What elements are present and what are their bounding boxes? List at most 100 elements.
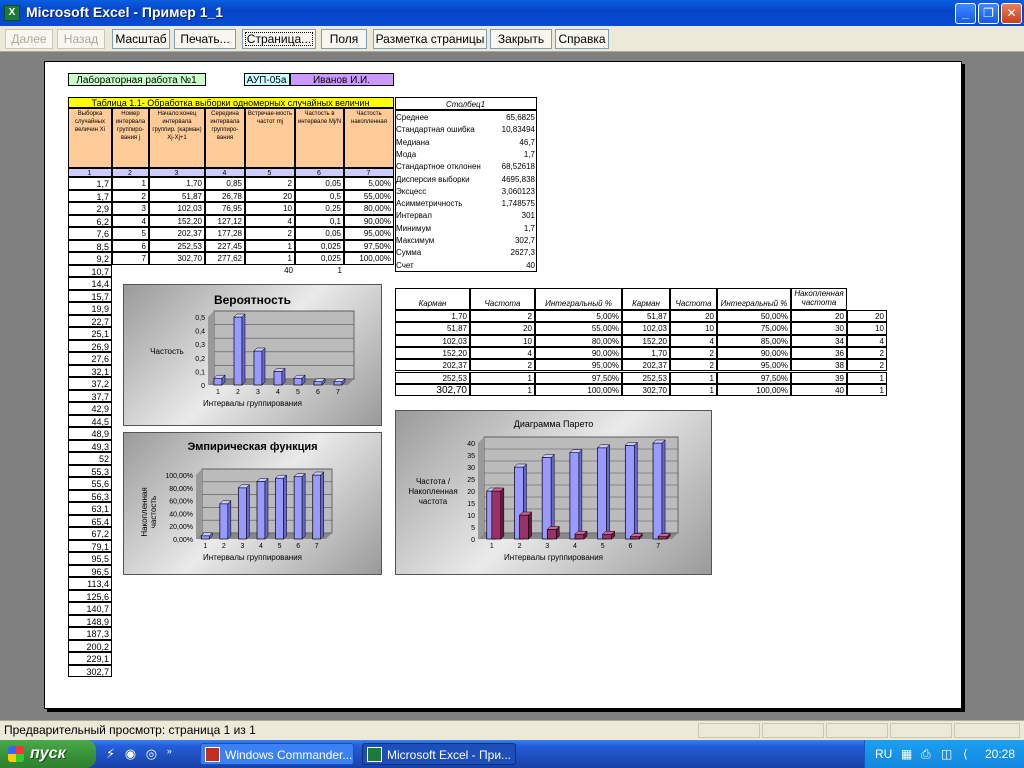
table-cell[interactable]: 1 [245, 252, 295, 265]
table-cell[interactable]: 26,78 [205, 189, 245, 202]
pareto-cell[interactable]: 1,70 [395, 310, 470, 323]
pareto-cell[interactable]: 1 [670, 383, 717, 397]
table-cell[interactable]: 177,28 [205, 227, 245, 240]
table-cell[interactable]: 0,5 [295, 189, 344, 202]
table-cell[interactable]: 1,70 [149, 177, 205, 190]
table-cell[interactable]: 100,00% [344, 252, 394, 265]
pareto-cell[interactable]: 75,00% [717, 322, 791, 335]
pareto-cell[interactable]: 102,03 [622, 322, 670, 335]
pareto-cell[interactable]: 80,00% [535, 334, 622, 347]
task-excel[interactable]: Microsoft Excel - При... [362, 743, 516, 765]
pareto-cell[interactable]: 36 [791, 346, 847, 360]
table-cell[interactable]: 4 [245, 214, 295, 227]
table-cell[interactable]: 0,05 [295, 227, 344, 240]
table-cell[interactable]: 2 [245, 227, 295, 240]
table-cell[interactable]: 127,12 [205, 214, 245, 227]
table-cell[interactable]: 0,85 [205, 177, 245, 190]
pareto-cell[interactable]: 10 [847, 322, 887, 335]
table-cell[interactable]: 227,45 [205, 239, 245, 252]
table-cell[interactable]: 277,62 [205, 252, 245, 265]
sample-value[interactable]: 8,5 [68, 239, 112, 252]
table-cell[interactable]: 95,00% [344, 227, 394, 240]
pareto-cell[interactable]: 51,87 [622, 310, 670, 323]
sample-value[interactable]: 37,2 [68, 377, 112, 390]
sample-value[interactable]: 1,7 [68, 177, 112, 190]
setup-button[interactable]: Страница... [242, 29, 316, 49]
table-cell[interactable]: 252,53 [149, 239, 205, 252]
table-cell[interactable]: 0,25 [295, 202, 344, 215]
pareto-cell[interactable]: 1,70 [622, 346, 670, 360]
pareto-cell[interactable]: 95,00% [535, 359, 622, 372]
page-break-button[interactable]: Разметка страницы [373, 29, 487, 49]
table-cell[interactable]: 51,87 [149, 189, 205, 202]
zoom-button[interactable]: Масштаб [112, 29, 170, 49]
table-cell[interactable]: 102,03 [149, 202, 205, 215]
pareto-cell[interactable]: 1 [470, 371, 535, 384]
pareto-cell[interactable]: 20 [847, 310, 887, 323]
pareto-cell[interactable]: 20 [791, 310, 847, 323]
sample-value[interactable]: 95,5 [68, 552, 112, 565]
chart-0[interactable]: Вероятность 0 0,1 0,2 0,3 0,4 0,5 1 2 3 4 5 6 7 Интерв… [123, 284, 382, 426]
excel-icon[interactable]: X [4, 5, 20, 21]
pareto-cell[interactable]: 85,00% [717, 334, 791, 347]
sample-value[interactable]: 14,4 [68, 277, 112, 290]
sample-value[interactable]: 32,1 [68, 364, 112, 377]
pareto-cell[interactable]: 2 [847, 346, 887, 360]
pareto-cell[interactable]: 90,00% [717, 346, 791, 360]
quicklaunch-icon-3[interactable]: ◎ [146, 746, 157, 761]
pareto-cell[interactable]: 102,03 [395, 334, 470, 347]
next-button[interactable]: Далее [5, 29, 53, 49]
pareto-cell[interactable]: 4 [847, 334, 887, 347]
sample-value[interactable]: 52 [68, 452, 112, 465]
table-cell[interactable]: 5 [112, 227, 149, 240]
preview-area[interactable]: Лабораторная работа №1 АУП-05а Иванов И.И.… [0, 52, 1024, 720]
pareto-cell[interactable]: 4 [670, 334, 717, 347]
printer-icon[interactable]: ⎙ [921, 740, 931, 768]
margins-button[interactable]: Поля [321, 29, 367, 49]
sample-value[interactable]: 7,6 [68, 227, 112, 240]
table-cell[interactable]: 7 [112, 252, 149, 265]
pareto-cell[interactable]: 50,00% [717, 310, 791, 323]
pareto-cell[interactable]: 38 [791, 359, 847, 372]
sample-value[interactable]: 6,2 [68, 214, 112, 227]
table-cell[interactable]: 80,00% [344, 202, 394, 215]
pareto-cell[interactable]: 2 [847, 359, 887, 372]
sample-value[interactable]: 10,7 [68, 264, 112, 277]
sample-value[interactable]: 148,9 [68, 614, 112, 627]
sample-value[interactable]: 1,7 [68, 189, 112, 202]
print-button[interactable]: Печать... [174, 29, 236, 49]
table-cell[interactable]: 152,20 [149, 214, 205, 227]
pareto-cell[interactable]: 252,53 [622, 371, 670, 384]
sample-value[interactable]: 67,2 [68, 527, 112, 540]
help-button[interactable]: Справка [555, 29, 609, 49]
sample-value[interactable]: 56,3 [68, 489, 112, 502]
restore-button[interactable]: ❐ [978, 3, 999, 24]
pareto-cell[interactable]: 1 [847, 371, 887, 384]
lab-label[interactable]: Лабораторная работа №1 [68, 73, 206, 86]
table-cell[interactable]: 0,025 [295, 239, 344, 252]
quicklaunch-icon-1[interactable]: ⚡ [106, 746, 115, 761]
pareto-cell[interactable]: 39 [791, 371, 847, 384]
sample-value[interactable]: 25,1 [68, 327, 112, 340]
table-cell[interactable]: 20 [245, 189, 295, 202]
pareto-cell[interactable]: 1 [847, 383, 887, 397]
sample-value[interactable]: 55,3 [68, 464, 112, 477]
table-cell[interactable]: 2 [112, 189, 149, 202]
pareto-cell[interactable]: 252,53 [395, 371, 470, 384]
pareto-cell[interactable]: 2 [670, 359, 717, 372]
pareto-cell[interactable]: 1 [470, 383, 535, 397]
pareto-cell[interactable]: 100,00% [535, 383, 622, 397]
pareto-cell[interactable]: 100,00% [717, 383, 791, 397]
close-button[interactable]: ✕ [1001, 3, 1022, 24]
sample-value[interactable]: 96,5 [68, 564, 112, 577]
table-cell[interactable]: 1 [112, 177, 149, 190]
sample-value[interactable]: 26,9 [68, 339, 112, 352]
table-cell[interactable]: 1 [245, 239, 295, 252]
sample-value[interactable]: 42,9 [68, 402, 112, 415]
start-button[interactable]: пуск [0, 740, 96, 768]
sample-value[interactable]: 79,1 [68, 539, 112, 552]
pareto-cell[interactable]: 2 [470, 359, 535, 372]
sample-value[interactable]: 63,1 [68, 502, 112, 515]
table-cell[interactable]: 4 [112, 214, 149, 227]
pareto-cell[interactable]: 302,70 [622, 383, 670, 397]
